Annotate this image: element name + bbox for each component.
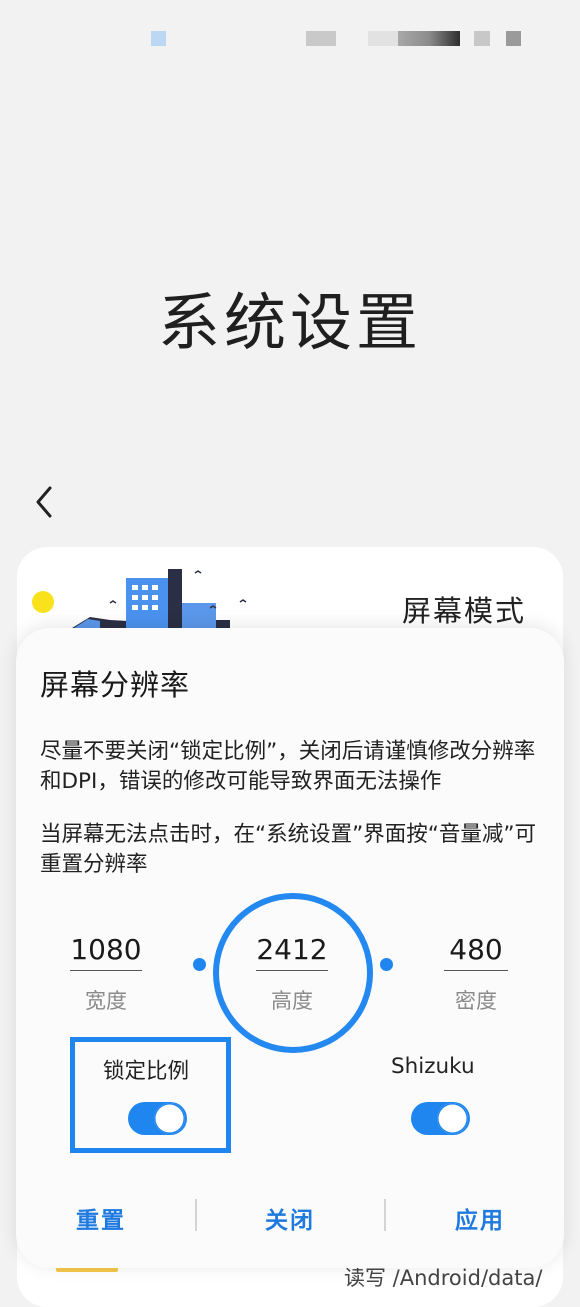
height-field[interactable]: 2412 高度 bbox=[256, 933, 328, 1015]
close-button[interactable]: 关闭 bbox=[220, 1201, 360, 1235]
separator-dot bbox=[380, 958, 393, 971]
dialog-title: 屏幕分辨率 bbox=[40, 668, 191, 702]
shizuku-toggle[interactable] bbox=[411, 1102, 470, 1135]
apply-button[interactable]: 应用 bbox=[410, 1201, 550, 1235]
height-label: 高度 bbox=[271, 989, 313, 1013]
height-input[interactable]: 2412 bbox=[256, 933, 328, 971]
button-divider bbox=[195, 1199, 197, 1231]
sun-icon bbox=[32, 591, 54, 613]
lock-ratio-toggle[interactable] bbox=[128, 1102, 187, 1135]
status-icon bbox=[398, 31, 460, 46]
status-icon bbox=[474, 31, 490, 46]
dialog-description-reset: 当屏幕无法点击时，在“系统设置”界面按“音量减”可重置分辨率 bbox=[40, 822, 537, 877]
toggle-knob bbox=[154, 1103, 185, 1134]
toggle-knob bbox=[437, 1103, 468, 1134]
density-field[interactable]: 480 密度 bbox=[443, 933, 509, 1015]
button-divider bbox=[384, 1199, 386, 1231]
screen-mode-title: 屏幕模式 bbox=[402, 594, 527, 628]
status-icon bbox=[306, 31, 336, 46]
density-label: 密度 bbox=[455, 989, 497, 1013]
status-icon bbox=[151, 31, 166, 46]
width-input[interactable]: 1080 bbox=[70, 933, 142, 971]
dialog-description: 尽量不要关闭“锁定比例”，关闭后请谨慎修改分辨率和DPI，错误的修改可能导致界面… bbox=[40, 739, 536, 794]
lock-ratio-label: 锁定比例 bbox=[103, 1059, 190, 1084]
reset-button[interactable]: 重置 bbox=[31, 1201, 171, 1235]
shizuku-label: Shizuku bbox=[391, 1054, 475, 1079]
separator-dot bbox=[193, 958, 206, 971]
status-icon bbox=[506, 31, 521, 46]
status-icon bbox=[368, 31, 398, 46]
density-input[interactable]: 480 bbox=[444, 933, 508, 971]
width-label: 宽度 bbox=[85, 989, 127, 1013]
width-field[interactable]: 1080 宽度 bbox=[70, 933, 142, 1015]
back-icon[interactable] bbox=[30, 484, 60, 520]
page-title: 系统设置 bbox=[157, 286, 422, 359]
